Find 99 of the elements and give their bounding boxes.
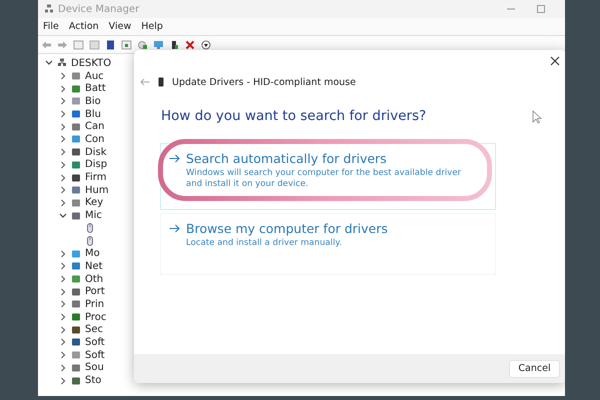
device-icon	[71, 185, 81, 196]
maximize-icon[interactable]	[537, 5, 545, 13]
expand-chevron-icon[interactable]	[58, 338, 68, 346]
expand-chevron-icon[interactable]	[58, 288, 68, 296]
expand-chevron-icon[interactable]	[58, 110, 68, 118]
expand-chevron-icon[interactable]	[58, 198, 68, 207]
option-title: Browse my computer for drivers	[186, 221, 389, 236]
expand-chevron-icon[interactable]	[58, 300, 68, 308]
expand-chevron-icon[interactable]	[58, 122, 68, 131]
tree-item[interactable]: Can	[85, 121, 104, 132]
device-icon	[71, 274, 81, 284]
panel-icon[interactable]	[121, 40, 132, 50]
menu-item[interactable]: Help	[141, 21, 163, 32]
device-icon	[71, 147, 81, 158]
menu-item[interactable]: Action	[68, 21, 99, 32]
menu-item[interactable]: File	[43, 21, 59, 32]
device-icon	[71, 286, 81, 297]
tree-item[interactable]: Soft	[85, 336, 105, 348]
mouse-icon	[158, 77, 164, 87]
tree-item[interactable]: Mic	[85, 210, 102, 222]
device-icon	[71, 312, 81, 322]
device-icon	[71, 376, 81, 386]
monitor-icon[interactable]	[153, 40, 164, 50]
menu-item[interactable]: View	[108, 21, 132, 32]
tree-item[interactable]: Sec	[85, 324, 103, 336]
device-icon	[71, 134, 81, 144]
tree-item[interactable]: Auc	[85, 70, 104, 82]
tree-item[interactable]: Disp	[85, 159, 108, 170]
device-icon	[71, 84, 81, 94]
expand-chevron-icon[interactable]	[58, 174, 68, 182]
tree-item[interactable]: Key	[85, 197, 104, 208]
collapse-chevron-icon[interactable]	[58, 212, 68, 220]
expand-chevron-icon[interactable]	[58, 97, 68, 106]
collapse-chevron-icon[interactable]	[44, 59, 54, 68]
expand-chevron-icon[interactable]	[58, 262, 68, 270]
device-icon	[71, 198, 81, 208]
expand-chevron-icon[interactable]	[58, 275, 68, 284]
expand-chevron-icon[interactable]	[58, 186, 68, 194]
tree-item[interactable]: Disk	[85, 146, 106, 158]
option-description: Windows will search your computer for the best available driver and install it on your device.	[186, 168, 462, 190]
expand-chevron-icon[interactable]	[58, 364, 68, 372]
option-description: Locate and install a driver manually.	[186, 238, 343, 250]
cursor-icon	[532, 110, 542, 124]
tree-item[interactable]: Sto	[85, 375, 102, 386]
tree-item[interactable]: Sou	[85, 362, 104, 374]
option-card[interactable]: Search automatically for drivers Windows will search your computer for the best available driver and install it on your device.	[160, 143, 496, 210]
tree-item[interactable]: Net	[85, 260, 103, 272]
download-icon[interactable]	[201, 40, 212, 50]
tree-item[interactable]: Proc	[85, 312, 106, 323]
option-card[interactable]: Browse my computer for drivers Locate and install a driver manually.	[160, 213, 496, 275]
device-icon	[71, 71, 81, 82]
expand-chevron-icon[interactable]	[58, 135, 68, 144]
device-icon	[71, 299, 81, 310]
device-icon	[71, 350, 81, 360]
computer-icon	[57, 58, 67, 68]
expand-chevron-icon[interactable]	[58, 326, 68, 334]
device-icon	[71, 362, 81, 373]
window-title: Device Manager	[58, 4, 140, 14]
tree-item[interactable]: Port	[85, 286, 105, 298]
arrow-icon	[169, 224, 180, 233]
device-icon	[71, 261, 81, 272]
tree-item[interactable]: Bio	[85, 96, 101, 107]
cancel-button[interactable]: Cancel	[509, 360, 560, 378]
tree-item[interactable]: Blu	[85, 108, 101, 120]
mouse-icon	[85, 236, 95, 246]
expand-chevron-icon[interactable]	[58, 72, 68, 80]
option-title: Search automatically for drivers	[186, 151, 388, 166]
mouse-icon	[85, 223, 95, 234]
device-icon	[71, 248, 81, 259]
arrow-icon	[169, 154, 180, 163]
close-icon[interactable]	[550, 56, 560, 66]
tree-item[interactable]: Mo	[85, 248, 100, 260]
tree-item[interactable]: Hum	[85, 184, 109, 196]
tree-item[interactable]: Batt	[85, 83, 106, 94]
device-icon	[71, 210, 81, 221]
expand-chevron-icon[interactable]	[58, 351, 68, 360]
expand-chevron-icon[interactable]	[58, 313, 68, 322]
tree-item[interactable]: Prin	[85, 298, 104, 310]
expand-chevron-icon[interactable]	[58, 84, 68, 93]
expand-chevron-icon[interactable]	[58, 376, 68, 385]
device-icon	[71, 109, 81, 120]
expand-chevron-icon[interactable]	[58, 250, 68, 258]
dialog-title: Update Drivers - HID-compliant mouse	[172, 76, 356, 88]
device-icon	[71, 122, 81, 132]
tree-item[interactable]: Con	[85, 134, 104, 145]
dialog-heading: How do you want to search for drivers?	[161, 108, 426, 124]
delete-icon[interactable]	[185, 40, 196, 50]
device-icon	[71, 324, 81, 335]
tree-item[interactable]: DESKTO	[71, 58, 112, 69]
device-icon	[71, 96, 81, 106]
device-icon	[71, 337, 81, 348]
app-icon	[44, 4, 54, 14]
tree-item[interactable]: Firm	[85, 172, 106, 184]
tree-item[interactable]: Oth	[85, 274, 104, 285]
device-icon	[71, 160, 81, 170]
expand-chevron-icon[interactable]	[58, 148, 68, 156]
device-icon	[71, 172, 81, 183]
expand-chevron-icon[interactable]	[58, 160, 68, 169]
tree-item[interactable]: Soft	[85, 350, 105, 361]
